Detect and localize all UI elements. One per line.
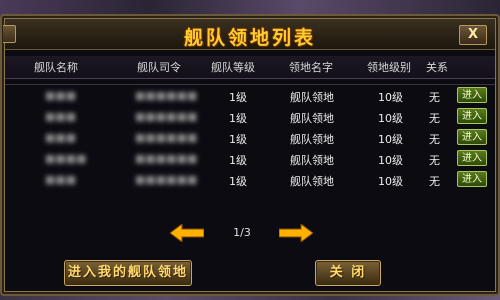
territory-name-cell: 舰队领地 [290, 91, 334, 104]
territory-name-cell: 舰队领地 [290, 154, 334, 167]
territory-level-cell: 10级 [378, 112, 403, 125]
territory-level-cell: 10级 [378, 133, 403, 146]
fleet-name-cell: ■■■ [45, 110, 77, 123]
col-relation: 关系 [426, 61, 448, 74]
prev-page-arrow-icon[interactable] [170, 224, 204, 242]
fleet-level-cell: 1级 [229, 175, 247, 188]
fleet-level-cell: 1级 [229, 112, 247, 125]
territory-name-cell: 舰队领地 [290, 175, 334, 188]
enter-territory-button[interactable]: 进入 [457, 171, 487, 187]
enter-territory-button[interactable]: 进入 [457, 108, 487, 124]
territory-level-cell: 10级 [378, 91, 403, 104]
col-fleet-name: 舰队名称 [34, 61, 78, 74]
dialog-title: 舰队领地列表 [183, 27, 316, 49]
enter-territory-button[interactable]: 进入 [457, 87, 487, 103]
fleet-name-cell: ■■■■ [45, 152, 87, 165]
fleet-name-cell: ■■■ [45, 131, 77, 144]
table-row: ■■■ ■■■■■■ 1级 舰队领地 10级无进入 [5, 107, 495, 127]
relation-cell: 无 [429, 91, 440, 104]
territory-name-cell: 舰队领地 [290, 112, 334, 125]
col-fleet-level: 舰队等级 [211, 61, 255, 74]
table-row: ■■■ ■■■■■■ 1级 舰队领地 10级无进入 [5, 170, 495, 190]
enter-my-territory-button[interactable]: 进入我的舰队领地 [64, 260, 192, 286]
fleet-level-cell: 1级 [229, 133, 247, 146]
enter-territory-button[interactable]: 进入 [457, 129, 487, 145]
title-bar: 舰队领地列表 X [3, 19, 495, 50]
commander-cell: ■■■■■■ [135, 152, 198, 165]
next-page-arrow-icon[interactable] [279, 224, 313, 242]
relation-cell: 无 [429, 133, 440, 146]
commander-cell: ■■■■■■ [135, 110, 198, 123]
page-indicator: 1/3 [233, 226, 251, 239]
territory-name-cell: 舰队领地 [290, 133, 334, 146]
table-row: ■■■ ■■■■■■ 1级 舰队领地 10级无进入 [5, 86, 495, 106]
col-territory-level: 领地级别 [367, 61, 411, 74]
relation-cell: 无 [429, 175, 440, 188]
commander-cell: ■■■■■■ [135, 173, 198, 186]
fleet-level-cell: 1级 [229, 91, 247, 104]
commander-cell: ■■■■■■ [135, 89, 198, 102]
relation-cell: 无 [429, 154, 440, 167]
territory-level-cell: 10级 [378, 175, 403, 188]
header-divider [5, 84, 495, 85]
col-territory-name: 领地名字 [289, 61, 333, 74]
commander-cell: ■■■■■■ [135, 131, 198, 144]
territory-level-cell: 10级 [378, 154, 403, 167]
fleet-level-cell: 1级 [229, 154, 247, 167]
col-commander: 舰队司令 [137, 61, 181, 74]
enter-territory-button[interactable]: 进入 [457, 150, 487, 166]
close-button[interactable]: 关 闭 [315, 260, 381, 286]
close-icon[interactable]: X [459, 25, 487, 45]
relation-cell: 无 [429, 112, 440, 125]
table-row: ■■■ ■■■■■■ 1级 舰队领地 10级无进入 [5, 128, 495, 148]
table-header: 舰队名称 舰队司令 舰队等级 领地名字 领地级别 关系 [5, 56, 495, 79]
fleet-name-cell: ■■■ [45, 173, 77, 186]
table-row: ■■■■ ■■■■■■ 1级 舰队领地 10级无进入 [5, 149, 495, 169]
fleet-name-cell: ■■■ [45, 89, 77, 102]
